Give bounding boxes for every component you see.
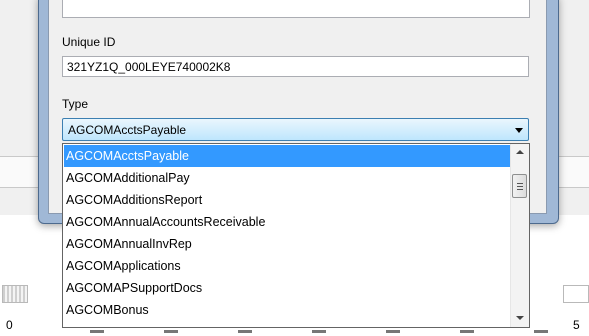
dropdown-scrollbar[interactable] xyxy=(510,144,529,327)
grip-line xyxy=(517,186,523,187)
type-combobox-value: AGCOMAcctsPayable xyxy=(68,123,187,137)
list-item[interactable]: AGCOMAPSupportDocs xyxy=(64,277,511,299)
scroll-up-arrow-icon[interactable] xyxy=(511,144,529,161)
list-item[interactable]: AGCOMAdditionalPay xyxy=(64,167,511,189)
type-dropdown-list[interactable]: AGCOMAcctsPayable AGCOMAdditionalPay AGC… xyxy=(62,143,530,328)
list-item[interactable]: AGCOMAdditionsReport xyxy=(64,189,511,211)
screen: 0 5 Unique ID 321YZ1Q_000LEYE740002K8 Ty… xyxy=(0,0,589,336)
list-item[interactable]: AGCOMAnnualInvRep xyxy=(64,233,511,255)
scrollbar-thumb[interactable] xyxy=(512,174,527,198)
chevron-down-icon[interactable] xyxy=(515,128,523,133)
background-axis-right-label: 5 xyxy=(573,318,580,332)
previous-field[interactable] xyxy=(62,0,530,18)
list-item[interactable]: AGCOMBonus xyxy=(64,299,511,321)
type-combobox[interactable]: AGCOMAcctsPayable xyxy=(62,118,529,141)
background-ruler-ticks xyxy=(30,330,550,333)
scroll-down-arrow-icon[interactable] xyxy=(511,310,529,327)
list-item[interactable]: AGCOMAnnualAccountsReceivable xyxy=(64,211,511,233)
background-axis-left-label: 0 xyxy=(6,318,13,332)
unique-id-label: Unique ID xyxy=(62,35,116,49)
background-thumbnail-left[interactable] xyxy=(2,285,28,303)
grip-line xyxy=(517,183,523,184)
type-label: Type xyxy=(62,97,89,111)
list-item[interactable]: AGCOMAcctsPayable xyxy=(64,145,511,167)
list-item[interactable]: AGCOMApplications xyxy=(64,255,511,277)
grip-line xyxy=(517,189,523,190)
unique-id-field[interactable]: 321YZ1Q_000LEYE740002K8 xyxy=(62,56,529,77)
background-thumbnail-right[interactable] xyxy=(563,285,589,303)
